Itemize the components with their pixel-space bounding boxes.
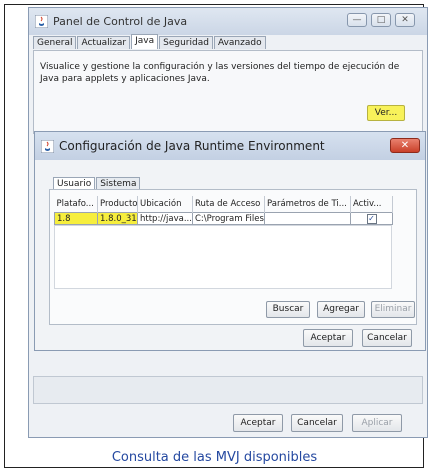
dialog-title: Configuración de Java Runtime Environmen… [59, 139, 325, 153]
column-header[interactable]: Activ... [350, 196, 393, 213]
java-tab-panel: Visualice y gestione la configuración y … [33, 50, 423, 134]
apply-button[interactable]: Aplicar [352, 414, 402, 432]
title-bar: Panel de Control de Java — □ ✕ [29, 8, 427, 35]
column-header[interactable]: Ubicación [137, 196, 193, 213]
jre-config-dialog: Configuración de Java Runtime Environmen… [34, 131, 426, 351]
tab-avanzado[interactable]: Avanzado [213, 36, 266, 49]
column-header[interactable]: Platafo... [54, 196, 98, 213]
tab-bar: General Actualizar Java Seguridad Avanza… [33, 34, 267, 50]
tab-java[interactable]: Java [131, 34, 159, 49]
params-cell[interactable] [264, 212, 351, 225]
path-cell[interactable]: C:\Program Files\... [192, 212, 265, 225]
add-button[interactable]: Agregar [317, 301, 365, 318]
dialog-cancel-button[interactable]: Cancelar [362, 329, 412, 347]
dialog-close-button[interactable]: ✕ [390, 138, 420, 153]
remove-button[interactable]: Eliminar [371, 301, 415, 318]
maximize-button[interactable]: □ [371, 13, 391, 27]
platform-cell[interactable]: 1.8 [54, 212, 98, 225]
java-description: Visualice y gestione la configuración y … [40, 62, 400, 84]
enabled-cell: ✓ [350, 212, 393, 225]
column-header[interactable]: Parámetros de Ti... [264, 196, 351, 213]
table-row[interactable]: 1.8 1.8.0_31 http://java.... C:\Program … [54, 212, 393, 225]
table-empty-area [54, 225, 392, 289]
accept-button[interactable]: Aceptar [233, 414, 283, 432]
dialog-accept-button[interactable]: Aceptar [303, 329, 353, 347]
column-header[interactable]: Ruta de Acceso [192, 196, 265, 213]
product-cell[interactable]: 1.8.0_31 [97, 212, 138, 225]
dialog-title-bar: Configuración de Java Runtime Environmen… [35, 132, 425, 160]
tab-actualizar[interactable]: Actualizar [77, 36, 131, 49]
column-header[interactable]: Producto [97, 196, 138, 213]
java-icon [35, 15, 48, 28]
tab-seguridad[interactable]: Seguridad [159, 36, 213, 49]
close-button[interactable]: ✕ [395, 13, 415, 27]
search-button[interactable]: Buscar [266, 301, 310, 318]
java-control-panel-window: Panel de Control de Java — □ ✕ General A… [28, 7, 428, 438]
java-icon [41, 140, 54, 153]
minimize-button[interactable]: — [347, 13, 367, 27]
panel-footer-strip [33, 376, 423, 404]
figure-caption: Consulta de las MVJ disponibles [111, 450, 318, 465]
jre-table: Platafo... Producto Ubicación Ruta de Ac… [54, 196, 393, 225]
jre-table-panel: Platafo... Producto Ubicación Ruta de Ac… [49, 189, 417, 325]
location-cell[interactable]: http://java.... [137, 212, 193, 225]
enabled-checkbox[interactable]: ✓ [366, 213, 377, 224]
tab-general[interactable]: General [33, 36, 77, 49]
cancel-button[interactable]: Cancelar [291, 414, 343, 432]
view-button[interactable]: Ver... [367, 105, 405, 121]
window-title: Panel de Control de Java [53, 15, 188, 28]
table-header-row: Platafo... Producto Ubicación Ruta de Ac… [54, 196, 393, 213]
